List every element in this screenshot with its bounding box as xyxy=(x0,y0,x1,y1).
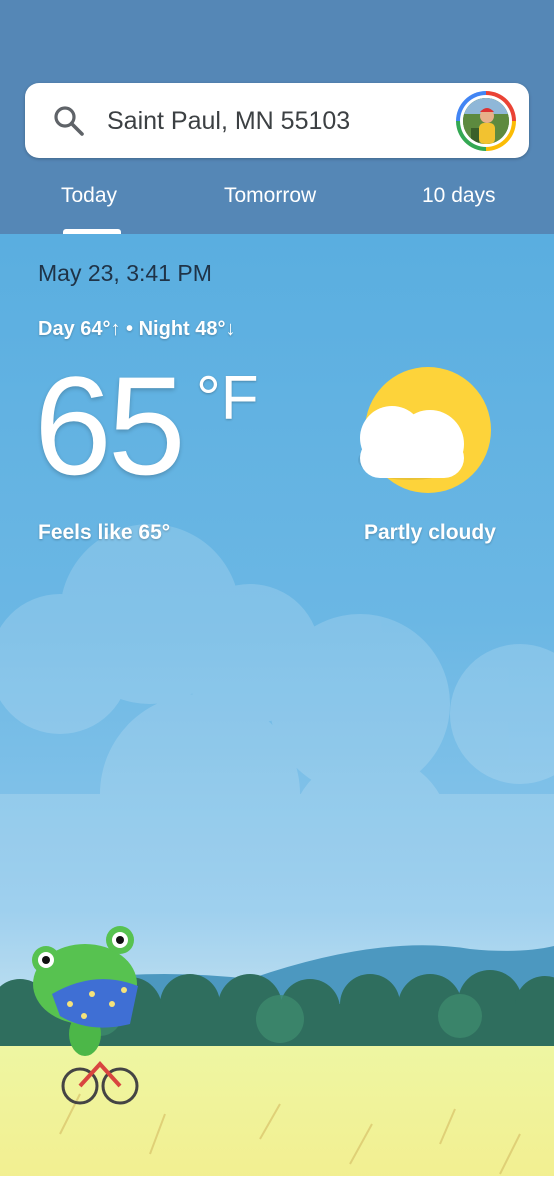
tab-today[interactable]: Today xyxy=(61,182,117,210)
partly-cloudy-icon xyxy=(358,367,491,493)
avatar-photo xyxy=(463,98,509,144)
day-night-temps: Day 64°↑ • Night 48°↓ xyxy=(38,318,236,340)
feels-like: Feels like 65° xyxy=(38,521,171,544)
avatar[interactable] xyxy=(456,91,516,151)
tab-tomorrow[interactable]: Tomorrow xyxy=(224,182,316,210)
bottom-strip xyxy=(0,1176,554,1200)
location-text[interactable]: Saint Paul, MN 55103 xyxy=(107,104,350,138)
current-temperature: 65 xyxy=(34,347,186,504)
current-datetime: May 23, 3:41 PM xyxy=(38,260,212,286)
condition-text: Partly cloudy xyxy=(364,521,496,544)
temperature-unit: °F xyxy=(196,364,259,433)
tab-10-days[interactable]: 10 days xyxy=(422,182,496,210)
search-icon[interactable] xyxy=(52,104,86,138)
